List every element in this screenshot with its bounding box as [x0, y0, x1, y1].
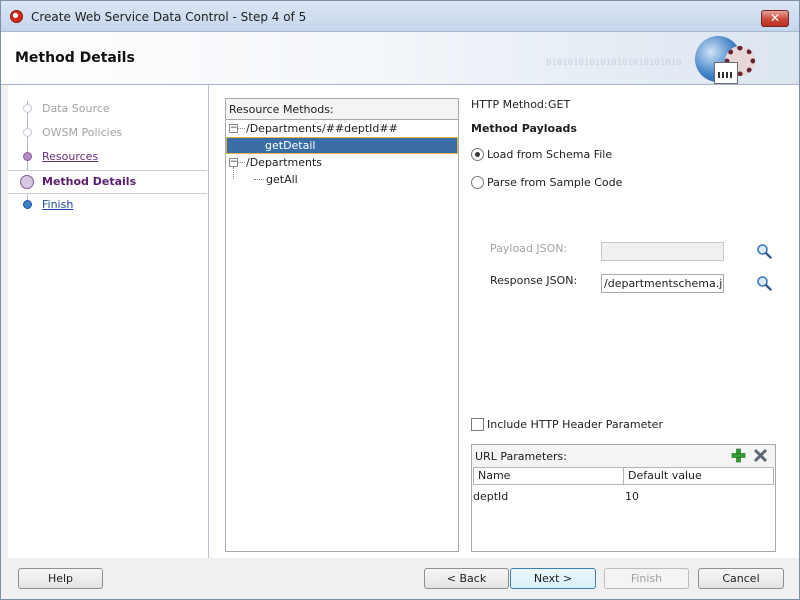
wizard-window: Create Web Service Data Control - Step 4…: [0, 0, 800, 600]
tree-node-departments[interactable]: − /Departments: [226, 154, 458, 171]
wizard-header: Method Details 0101010101010101010101010: [1, 32, 799, 85]
param-name-cell[interactable]: deptId: [473, 489, 508, 505]
step-label[interactable]: Finish: [42, 198, 73, 211]
include-header-label[interactable]: Include HTTP Header Parameter: [487, 418, 663, 431]
tree-node-label[interactable]: /Departments/##deptId##: [246, 122, 398, 135]
method-payloads-heading: Method Payloads: [471, 122, 577, 135]
tree-connector: [238, 128, 245, 129]
response-json-label: Response JSON:: [490, 274, 578, 287]
wizard-steps-nav: Data Source OWSM Policies Resources Meth…: [8, 85, 209, 558]
step-dot-icon: [23, 128, 32, 137]
remove-icon[interactable]: [753, 448, 768, 463]
include-header-checkbox[interactable]: [471, 418, 484, 431]
resource-methods-header: Resource Methods:: [226, 99, 458, 120]
tree-connector: [254, 179, 264, 180]
step-label: Data Source: [42, 102, 110, 115]
step-data-source: Data Source: [8, 98, 207, 120]
response-search-icon[interactable]: [756, 275, 772, 291]
title-bar: Create Web Service Data Control - Step 4…: [1, 1, 799, 32]
load-schema-radio[interactable]: [471, 148, 484, 161]
step-method-details: Method Details: [8, 170, 207, 194]
collapse-icon[interactable]: −: [229, 124, 238, 133]
step-dot-icon: [23, 104, 32, 113]
main-panel: Resource Methods: − /Departments/##deptI…: [209, 85, 799, 558]
payload-search-icon[interactable]: [756, 243, 772, 259]
button-bar: Help < Back Next > Finish Cancel: [1, 558, 799, 599]
document-icon: [714, 62, 738, 84]
parse-sample-label[interactable]: Parse from Sample Code: [487, 176, 622, 189]
column-header-default-value[interactable]: Default value: [623, 467, 774, 485]
column-header-name[interactable]: Name: [473, 467, 624, 485]
payload-json-field: [601, 242, 724, 261]
help-button[interactable]: Help: [18, 568, 103, 589]
app-icon: [10, 10, 23, 23]
step-finish[interactable]: Finish: [8, 194, 207, 216]
step-owsm-policies: OWSM Policies: [8, 122, 207, 144]
step-dot-icon: [23, 152, 32, 161]
step-dot-icon: [20, 175, 34, 189]
response-json-field[interactable]: /departmentschema.json: [601, 274, 724, 293]
tree-node-departments-deptid[interactable]: − /Departments/##deptId##: [226, 120, 458, 137]
add-icon[interactable]: [731, 448, 746, 463]
http-method-value: GET: [548, 98, 571, 111]
url-parameters-panel: URL Parameters: Name Default value deptI…: [471, 444, 776, 552]
close-button[interactable]: ✕: [761, 10, 789, 27]
page-title: Method Details: [15, 50, 135, 66]
url-parameters-header: URL Parameters:: [472, 445, 775, 467]
tree-node-label[interactable]: getDetail: [265, 139, 315, 152]
tree-connector: [238, 162, 245, 163]
banner-binary-text: 0101010101010101010101010: [546, 58, 682, 68]
window-title: Create Web Service Data Control - Step 4…: [31, 10, 307, 24]
tree-node-getall[interactable]: getAll: [226, 167, 458, 188]
next-button[interactable]: Next >: [510, 568, 596, 589]
step-dot-icon: [23, 200, 32, 209]
finish-button: Finish: [604, 568, 689, 589]
resource-methods-title: Resource Methods:: [229, 103, 334, 116]
tree-connector: [233, 167, 234, 179]
http-method-label: HTTP Method:: [471, 98, 548, 111]
load-schema-label[interactable]: Load from Schema File: [487, 148, 612, 161]
step-resources[interactable]: Resources: [8, 146, 207, 168]
cancel-button[interactable]: Cancel: [698, 568, 784, 589]
payload-json-label: Payload JSON:: [490, 242, 568, 255]
param-default-cell[interactable]: 10: [625, 489, 639, 505]
tree-node-label[interactable]: /Departments: [246, 156, 322, 169]
back-button[interactable]: < Back: [424, 568, 509, 589]
parse-sample-radio[interactable]: [471, 176, 484, 189]
url-parameters-title: URL Parameters:: [475, 450, 567, 463]
step-label: OWSM Policies: [42, 126, 123, 139]
resource-methods-panel: Resource Methods: − /Departments/##deptI…: [225, 98, 459, 552]
collapse-icon[interactable]: −: [229, 158, 238, 167]
tree-node-label[interactable]: getAll: [266, 173, 298, 186]
step-label: Method Details: [42, 175, 137, 188]
tree-node-getdetail[interactable]: getDetail: [226, 137, 458, 154]
step-label[interactable]: Resources: [42, 150, 98, 163]
